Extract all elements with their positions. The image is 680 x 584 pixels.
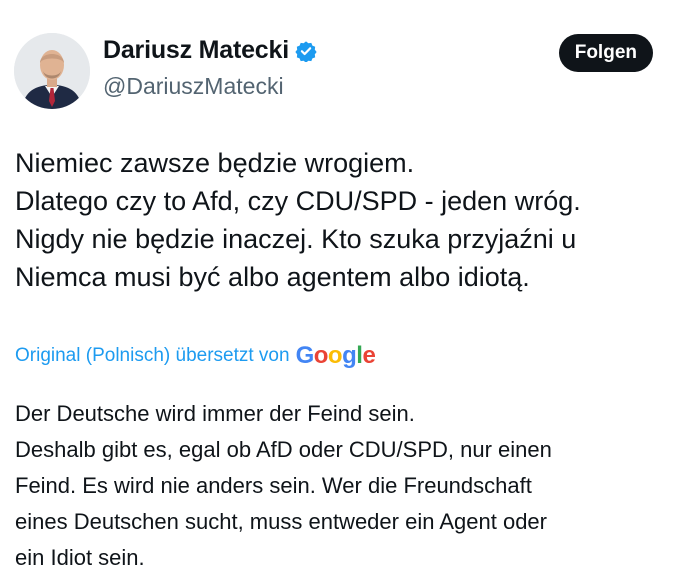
translation-line: ein Idiot sein. [15, 545, 145, 570]
tweet-line: Niemiec zawsze będzie wrogiem. [15, 148, 415, 178]
google-logo: Google [296, 342, 376, 370]
profile-photo-icon [14, 33, 90, 109]
avatar[interactable] [14, 33, 90, 109]
translation-line: Der Deutsche wird immer der Feind sein. [15, 401, 415, 426]
author-handle[interactable]: @DariuszMatecki [103, 73, 284, 100]
translation-line: Deshalb gibt es, egal ob AfD oder CDU/SP… [15, 437, 552, 462]
tweet-text: Niemiec zawsze będzie wrogiem. Dlatego c… [15, 144, 655, 296]
verified-badge-icon[interactable] [295, 40, 317, 63]
author-name-row: Dariusz Matecki [103, 36, 317, 65]
translated-text: Der Deutsche wird immer der Feind sein. … [15, 396, 665, 576]
translation-credit-label: Original (Polnisch) übersetzt von [15, 345, 290, 366]
translation-line: Feind. Es wird nie anders sein. Wer die … [15, 473, 532, 498]
google-logo-letter: g [342, 342, 357, 369]
tweet-line: Nigdy nie będzie inaczej. Kto szuka przy… [15, 224, 577, 254]
follow-button[interactable]: Folgen [558, 34, 653, 72]
author-display-name[interactable]: Dariusz Matecki [103, 36, 289, 65]
translation-credit[interactable]: Original (Polnisch) übersetzt von Google [15, 342, 376, 370]
google-logo-letter: o [327, 342, 343, 369]
google-logo-letter: G [295, 342, 315, 369]
tweet-line: Dlatego czy to Afd, czy CDU/SPD - jeden … [15, 186, 581, 216]
tweet-line: Niemca musi być albo agentem albo idiotą… [15, 262, 530, 292]
translation-line: eines Deutschen sucht, muss entweder ein… [15, 509, 547, 534]
google-logo-letter: o [313, 342, 329, 369]
google-logo-letter: e [362, 342, 376, 369]
